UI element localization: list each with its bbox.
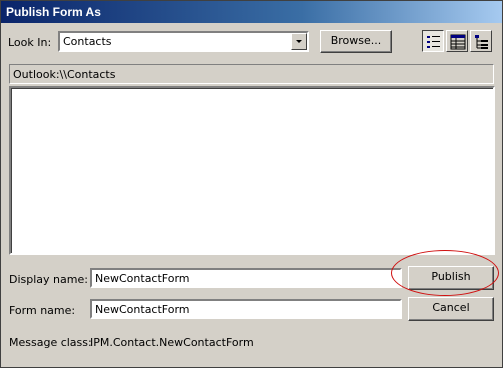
form-name-field[interactable]: NewContactForm xyxy=(90,299,402,319)
publish-form-dialog: Publish Form As Look In: Contacts Browse… xyxy=(0,0,503,368)
current-path: Outlook:\\Contacts xyxy=(9,64,494,84)
title-bar[interactable]: Publish Form As xyxy=(1,1,502,23)
browse-button[interactable]: Browse... xyxy=(320,30,392,53)
look-in-label: Look In: xyxy=(8,36,52,49)
forms-list-area xyxy=(11,88,493,253)
message-class-label: Message class: xyxy=(9,336,92,349)
publish-button-label: Publish xyxy=(431,270,471,283)
current-path-text: Outlook:\\Contacts xyxy=(13,68,116,81)
look-in-dropdown[interactable]: Contacts xyxy=(58,31,309,52)
form-name-value: NewContactForm xyxy=(95,303,190,316)
browse-button-label: Browse... xyxy=(330,34,382,47)
tree-view-icon xyxy=(475,35,488,49)
forms-list[interactable] xyxy=(9,86,495,255)
details-view-button[interactable] xyxy=(446,30,468,52)
message-class-value: IPM.Contact.NewContactForm xyxy=(90,336,254,349)
form-name-label: Form name: xyxy=(9,304,76,317)
details-view-icon xyxy=(450,34,466,50)
list-view-button[interactable] xyxy=(422,30,444,52)
list-view-icon xyxy=(427,36,440,48)
display-name-field[interactable]: NewContactForm xyxy=(90,268,402,288)
chevron-down-icon[interactable] xyxy=(291,33,307,50)
publish-button[interactable]: Publish xyxy=(408,266,494,290)
display-name-value: NewContactForm xyxy=(95,272,190,285)
tree-view-button[interactable] xyxy=(470,30,492,52)
cancel-button[interactable]: Cancel xyxy=(408,297,494,321)
cancel-button-label: Cancel xyxy=(432,301,470,314)
look-in-value: Contacts xyxy=(63,35,112,48)
display-name-label: Display name: xyxy=(9,273,88,286)
window-title: Publish Form As xyxy=(6,5,101,19)
